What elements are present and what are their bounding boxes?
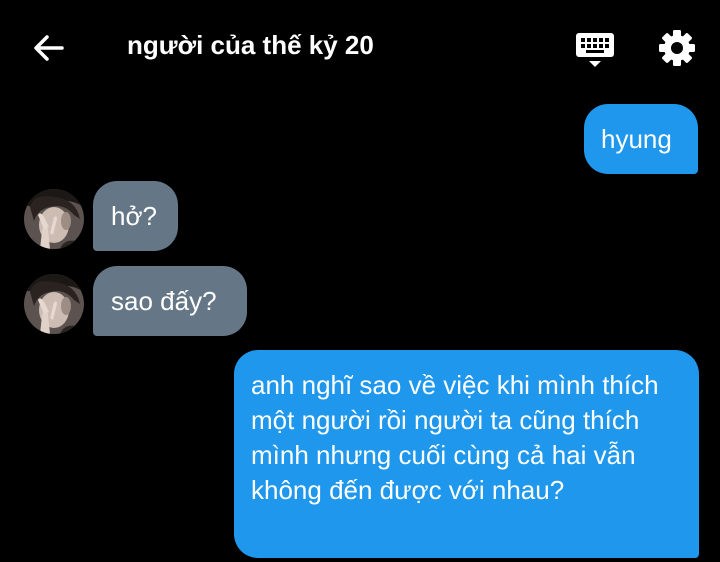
outgoing-message-bubble[interactable]: anh nghĩ sao về việc khi mình thích một …: [234, 350, 699, 558]
contact-photo-icon: [24, 189, 84, 249]
message-text: anh nghĩ sao về việc khi mình thích một …: [251, 370, 659, 505]
back-button[interactable]: [28, 28, 68, 68]
avatar[interactable]: [24, 189, 84, 249]
chat-header: người của thế kỷ 20: [0, 0, 720, 100]
message-text: hở?: [111, 201, 157, 231]
outgoing-message-bubble[interactable]: hyung: [584, 104, 698, 174]
settings-button[interactable]: [656, 27, 698, 69]
message-text: hyung: [601, 124, 672, 154]
contact-photo-icon: [24, 274, 84, 334]
keyboard-icon: [576, 33, 614, 67]
conversation-title: người của thế kỷ 20: [127, 30, 374, 60]
keyboard-button[interactable]: [574, 30, 616, 72]
incoming-message-bubble[interactable]: hở?: [93, 181, 178, 251]
message-text: sao đấy?: [111, 286, 217, 316]
avatar[interactable]: [24, 274, 84, 334]
gear-icon: [659, 30, 695, 66]
incoming-message-bubble[interactable]: sao đấy?: [93, 266, 247, 336]
arrow-left-icon: [34, 35, 64, 61]
